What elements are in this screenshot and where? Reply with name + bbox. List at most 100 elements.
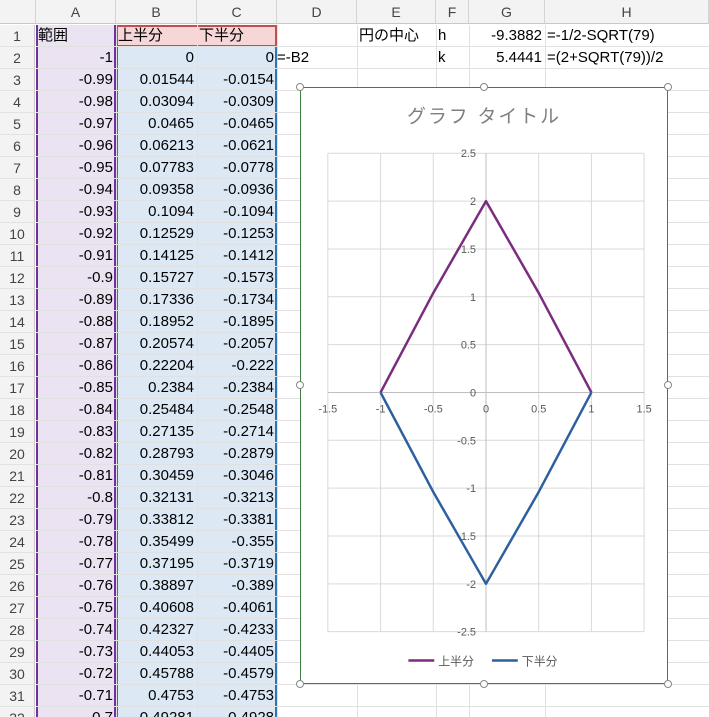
chart-resize-handle[interactable] xyxy=(296,83,304,91)
cell-c22[interactable]: -0.3213 xyxy=(197,487,277,508)
cell-b32[interactable]: 0.49281 xyxy=(116,707,197,717)
cell-c8[interactable]: -0.0936 xyxy=(197,179,277,200)
cell-b22[interactable]: 0.32131 xyxy=(116,487,197,508)
chart-resize-handle[interactable] xyxy=(296,680,304,688)
cell-b6[interactable]: 0.06213 xyxy=(116,135,197,156)
cell-b17[interactable]: 0.2384 xyxy=(116,377,197,398)
column-header-a[interactable]: A xyxy=(36,0,116,24)
row-header-15[interactable]: 15 xyxy=(0,333,35,355)
cell-g2[interactable]: 5.4441 xyxy=(469,47,545,68)
chart-resize-handle[interactable] xyxy=(480,680,488,688)
cell-b3[interactable]: 0.01544 xyxy=(116,69,197,90)
cell-a22[interactable]: -0.8 xyxy=(36,487,116,508)
cell-a26[interactable]: -0.76 xyxy=(36,575,116,596)
cell-b29[interactable]: 0.44053 xyxy=(116,641,197,662)
row-header-31[interactable]: 31 xyxy=(0,685,35,707)
cell-a10[interactable]: -0.92 xyxy=(36,223,116,244)
row-header-12[interactable]: 12 xyxy=(0,267,35,289)
cell-a31[interactable]: -0.71 xyxy=(36,685,116,706)
cell-a13[interactable]: -0.89 xyxy=(36,289,116,310)
cell-a19[interactable]: -0.83 xyxy=(36,421,116,442)
row-header-3[interactable]: 3 xyxy=(0,69,35,91)
cell-d2[interactable]: =-B2 xyxy=(275,47,355,68)
cell-b28[interactable]: 0.42327 xyxy=(116,619,197,640)
cell-b30[interactable]: 0.45788 xyxy=(116,663,197,684)
cell-c16[interactable]: -0.222 xyxy=(197,355,277,376)
row-header-13[interactable]: 13 xyxy=(0,289,35,311)
cell-a16[interactable]: -0.86 xyxy=(36,355,116,376)
cell-b13[interactable]: 0.17336 xyxy=(116,289,197,310)
cell-a3[interactable]: -0.99 xyxy=(36,69,116,90)
cell-c20[interactable]: -0.2879 xyxy=(197,443,277,464)
row-header-28[interactable]: 28 xyxy=(0,619,35,641)
row-header-8[interactable]: 8 xyxy=(0,179,35,201)
row-header-7[interactable]: 7 xyxy=(0,157,35,179)
row-header-17[interactable]: 17 xyxy=(0,377,35,399)
row-header-11[interactable]: 11 xyxy=(0,245,35,267)
cell-a15[interactable]: -0.87 xyxy=(36,333,116,354)
cell-b21[interactable]: 0.30459 xyxy=(116,465,197,486)
cell-c13[interactable]: -0.1734 xyxy=(197,289,277,310)
cell-c29[interactable]: -0.4405 xyxy=(197,641,277,662)
cell-b31[interactable]: 0.4753 xyxy=(116,685,197,706)
cell-a23[interactable]: -0.79 xyxy=(36,509,116,530)
cell-a7[interactable]: -0.95 xyxy=(36,157,116,178)
row-header-2[interactable]: 2 xyxy=(0,47,35,69)
cell-f2[interactable]: k xyxy=(436,47,469,68)
cell-c30[interactable]: -0.4579 xyxy=(197,663,277,684)
cell-b2[interactable]: 0 xyxy=(116,47,197,68)
cell-c21[interactable]: -0.3046 xyxy=(197,465,277,486)
cell-b7[interactable]: 0.07783 xyxy=(116,157,197,178)
cell-b19[interactable]: 0.27135 xyxy=(116,421,197,442)
row-header-22[interactable]: 22 xyxy=(0,487,35,509)
cell-c26[interactable]: -0.389 xyxy=(197,575,277,596)
cell-b26[interactable]: 0.38897 xyxy=(116,575,197,596)
cell-b8[interactable]: 0.09358 xyxy=(116,179,197,200)
cell-c32[interactable]: -0.4928 xyxy=(197,707,277,717)
cell-c24[interactable]: -0.355 xyxy=(197,531,277,552)
cell-a24[interactable]: -0.78 xyxy=(36,531,116,552)
cell-a8[interactable]: -0.94 xyxy=(36,179,116,200)
cell-a2[interactable]: -1 xyxy=(36,47,116,68)
cell-c19[interactable]: -0.2714 xyxy=(197,421,277,442)
cell-b16[interactable]: 0.22204 xyxy=(116,355,197,376)
cell-c7[interactable]: -0.0778 xyxy=(197,157,277,178)
chart[interactable]: グラフ タイトル-1.5 -1 -0.5 0 0.5 1 1.5-2.5-2-1.5-1-0… xyxy=(300,87,668,684)
cell-g1[interactable]: -9.3882 xyxy=(469,25,545,46)
row-header-4[interactable]: 4 xyxy=(0,91,35,113)
row-header-16[interactable]: 16 xyxy=(0,355,35,377)
cell-c17[interactable]: -0.2384 xyxy=(197,377,277,398)
cell-b15[interactable]: 0.20574 xyxy=(116,333,197,354)
cell-a27[interactable]: -0.75 xyxy=(36,597,116,618)
cell-a14[interactable]: -0.88 xyxy=(36,311,116,332)
cell-c4[interactable]: -0.0309 xyxy=(197,91,277,112)
cell-a5[interactable]: -0.97 xyxy=(36,113,116,134)
cell-b18[interactable]: 0.25484 xyxy=(116,399,197,420)
cell-b14[interactable]: 0.18952 xyxy=(116,311,197,332)
chart-resize-handle[interactable] xyxy=(296,381,304,389)
cell-a4[interactable]: -0.98 xyxy=(36,91,116,112)
cell-c25[interactable]: -0.3719 xyxy=(197,553,277,574)
cell-a1[interactable]: 範囲 xyxy=(36,25,116,46)
cell-a20[interactable]: -0.82 xyxy=(36,443,116,464)
cell-a18[interactable]: -0.84 xyxy=(36,399,116,420)
column-header-e[interactable]: E xyxy=(357,0,436,24)
column-header-b[interactable]: B xyxy=(116,0,197,24)
row-header-5[interactable]: 5 xyxy=(0,113,35,135)
cell-a11[interactable]: -0.91 xyxy=(36,245,116,266)
cell-a30[interactable]: -0.72 xyxy=(36,663,116,684)
row-header-14[interactable]: 14 xyxy=(0,311,35,333)
cell-b27[interactable]: 0.40608 xyxy=(116,597,197,618)
row-header-9[interactable]: 9 xyxy=(0,201,35,223)
row-header-21[interactable]: 21 xyxy=(0,465,35,487)
row-header-26[interactable]: 26 xyxy=(0,575,35,597)
cell-b23[interactable]: 0.33812 xyxy=(116,509,197,530)
column-header-d[interactable]: D xyxy=(277,0,357,24)
cell-a17[interactable]: -0.85 xyxy=(36,377,116,398)
cell-b11[interactable]: 0.14125 xyxy=(116,245,197,266)
cell-a21[interactable]: -0.81 xyxy=(36,465,116,486)
chart-resize-handle[interactable] xyxy=(664,680,672,688)
cell-a6[interactable]: -0.96 xyxy=(36,135,116,156)
cell-b25[interactable]: 0.37195 xyxy=(116,553,197,574)
cell-c28[interactable]: -0.4233 xyxy=(197,619,277,640)
